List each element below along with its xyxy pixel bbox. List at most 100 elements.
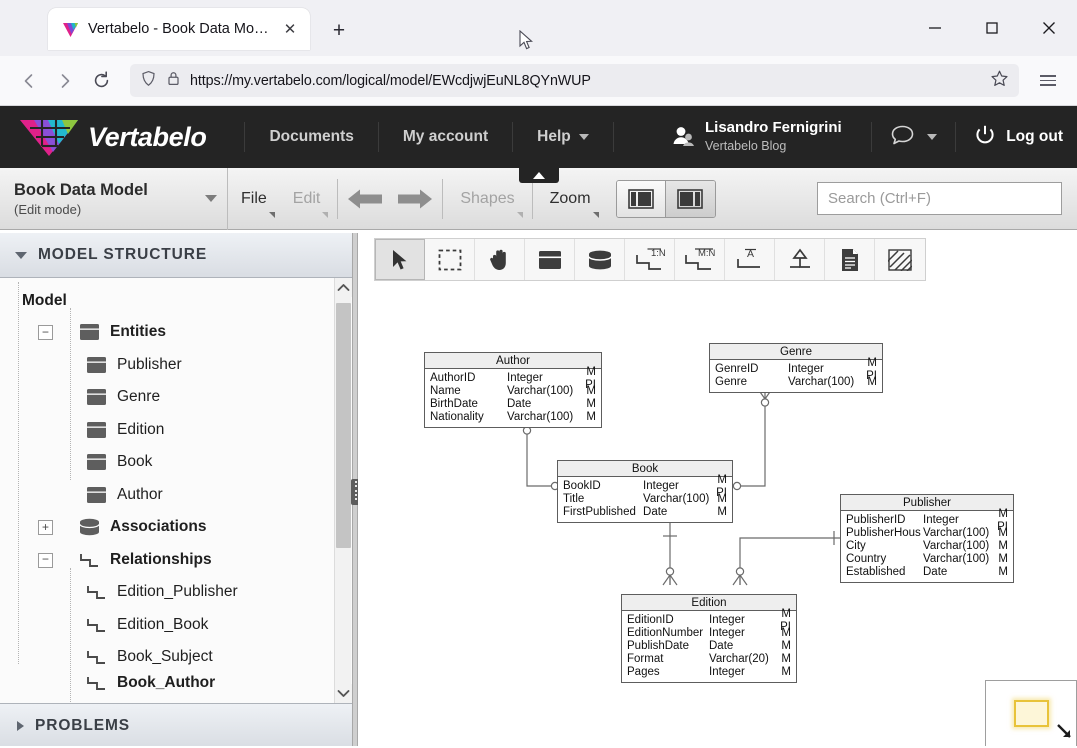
minimize-icon[interactable] — [906, 0, 963, 56]
chevron-down-icon — [927, 134, 938, 140]
er-table-publisher[interactable]: Publisher PublisherID Integer M PI Publish… — [840, 494, 1014, 583]
nav-documents[interactable]: Documents — [244, 122, 379, 152]
tree-group-associations[interactable]: + Associations — [0, 511, 352, 544]
navigation-bar: https://my.vertabelo.com/logical/model/E… — [0, 56, 1077, 106]
tree-item-publisher[interactable]: Publisher — [0, 349, 352, 382]
diagram-minimap[interactable] — [985, 680, 1077, 748]
menu-file[interactable]: File — [228, 168, 280, 230]
er-row: Nationality Varchar(100) M — [430, 411, 596, 423]
er-table-body: EditionID Integer M PI EditionNumber Intege… — [622, 607, 796, 682]
er-row: BirthDate Date M — [430, 398, 596, 410]
vertabelo-logo[interactable]: Vertabelo — [0, 116, 207, 158]
page-title: Book Data Model — [14, 180, 148, 199]
bookmark-star-icon[interactable] — [990, 69, 1009, 93]
panel-header-model-structure[interactable]: MODEL STRUCTURE — [0, 233, 352, 278]
layout-left-panel-button[interactable] — [616, 180, 666, 217]
menu-caret-icon — [516, 211, 523, 218]
tree-group-relationships[interactable]: − Relationships — [0, 544, 352, 577]
panel-header-problems[interactable]: PROBLEMS — [0, 703, 352, 748]
er-table-author[interactable]: Author AuthorID Integer M PI Name Varchar(1… — [424, 352, 602, 428]
er-row: FirstPublished Date M — [563, 506, 728, 518]
model-name-selector[interactable]: Book Data Model (Edit mode) — [0, 167, 228, 230]
model-mode-label: (Edit mode) — [14, 201, 82, 217]
tree-expander-entities[interactable]: − — [38, 325, 53, 340]
tree-item-author[interactable]: Author — [0, 479, 352, 512]
er-table-book[interactable]: Book BookID Integer M PI Title Varchar(100)… — [557, 460, 733, 523]
tree-expander-associations[interactable]: + — [38, 520, 53, 535]
nav-help[interactable]: Help — [513, 122, 614, 152]
shield-icon[interactable] — [140, 70, 157, 92]
toolbar-divider — [442, 178, 444, 219]
tree-item-edition[interactable]: Edition — [0, 414, 352, 447]
tree-expander-relationships[interactable]: − — [38, 552, 53, 568]
er-row: Genre Varchar(100) M — [715, 376, 877, 388]
sidebar-scrollbar[interactable] — [334, 278, 352, 703]
nav-my-account[interactable]: My account — [379, 122, 514, 152]
menu-edit-label: Edit — [292, 189, 321, 207]
panel-left-icon — [627, 188, 654, 209]
tree-item-book[interactable]: Book — [0, 446, 352, 479]
er-row: PublisherHous Varchar(100) M — [846, 527, 1008, 539]
er-row: Country Varchar(100) M — [846, 553, 1008, 565]
tree-group-entities[interactable]: − Entities — [0, 316, 352, 349]
feedback-chat-button[interactable] — [871, 122, 957, 152]
chevron-down-icon — [578, 134, 589, 140]
minimap-resize-handle[interactable] — [1056, 722, 1073, 744]
tree-item-book-author[interactable]: Book_Author — [0, 674, 352, 692]
menu-shapes-label: Shapes — [460, 189, 515, 207]
menu-shapes[interactable]: Shapes — [447, 168, 527, 230]
chevron-right-icon — [17, 721, 24, 731]
er-table-title: Book — [558, 461, 732, 477]
tree-item-genre[interactable]: Genre — [0, 381, 352, 414]
er-table-edition[interactable]: Edition EditionID Integer M PI EditionNumb… — [621, 594, 797, 683]
er-row: GenreID Integer M PI — [715, 356, 877, 382]
header-right-actions: Log out — [871, 106, 1063, 168]
tree-item-book-subject[interactable]: Book_Subject — [0, 641, 352, 674]
undo-button[interactable] — [342, 168, 390, 230]
er-row: AuthorID Integer M PI — [430, 365, 596, 391]
search-input[interactable]: Search (Ctrl+F) — [817, 182, 1062, 215]
er-row: Name Varchar(100) M — [430, 385, 596, 397]
scroll-up-icon[interactable] — [335, 278, 352, 297]
menu-edit[interactable]: Edit — [280, 168, 334, 230]
avatar — [670, 124, 696, 150]
reload-icon[interactable] — [84, 64, 118, 98]
collapse-header-button[interactable] — [519, 167, 559, 183]
logout-label: Log out — [1006, 128, 1063, 145]
scroll-down-icon[interactable] — [335, 684, 352, 703]
er-table-genre[interactable]: Genre GenreID Integer M PI Genre Varchar(10… — [709, 343, 883, 393]
browser-menu-icon[interactable] — [1031, 64, 1065, 98]
tree-label-relationships: Relationships — [110, 550, 212, 568]
model-structure-tree[interactable]: Model − Entities Publisher Genre Edition… — [0, 278, 352, 703]
forward-icon[interactable] — [48, 64, 82, 98]
scrollbar-thumb[interactable] — [336, 303, 351, 548]
lock-icon[interactable] — [166, 70, 181, 92]
tab-strip-spacer — [0, 0, 48, 56]
relationship-icon — [86, 674, 107, 692]
url-text[interactable]: https://my.vertabelo.com/logical/model/E… — [190, 73, 981, 89]
tree-item-edition-publisher[interactable]: Edition_Publisher — [0, 576, 352, 609]
tree-item-edition-book[interactable]: Edition_Book — [0, 609, 352, 642]
user-account-block[interactable]: Lisandro Fernigrini Vertabelo Blog — [670, 106, 842, 168]
redo-button[interactable] — [390, 168, 438, 230]
model-structure-label: MODEL STRUCTURE — [38, 246, 208, 263]
tree-label-book: Book — [117, 453, 153, 471]
er-table-body: BookID Integer M PI Title Varchar(100) M Fir… — [558, 474, 732, 522]
right-arrow-icon — [398, 189, 433, 208]
layout-both-panels-button[interactable] — [665, 180, 715, 217]
close-icon[interactable]: ✕ — [278, 17, 302, 41]
new-tab-button[interactable]: + — [324, 15, 354, 45]
back-icon[interactable] — [12, 64, 46, 98]
search-placeholder: Search (Ctrl+F) — [828, 190, 931, 207]
menu-file-label: File — [241, 189, 267, 207]
er-row: City Varchar(100) M — [846, 540, 1008, 552]
logout-button[interactable]: Log out — [956, 124, 1063, 151]
diagram-canvas[interactable]: 1:N M:N A Author AuthorID Integer M PI N… — [358, 233, 1077, 748]
maximize-icon[interactable] — [963, 0, 1020, 56]
er-row: EditionID Integer M PI — [627, 607, 791, 633]
browser-tab-vertabelo[interactable]: Vertabelo - Book Data Model ✕ — [48, 8, 310, 50]
chevron-down-icon[interactable] — [205, 194, 217, 202]
minimap-viewport[interactable] — [1014, 700, 1049, 727]
window-close-icon[interactable] — [1020, 0, 1077, 56]
url-bar[interactable]: https://my.vertabelo.com/logical/model/E… — [130, 64, 1019, 97]
